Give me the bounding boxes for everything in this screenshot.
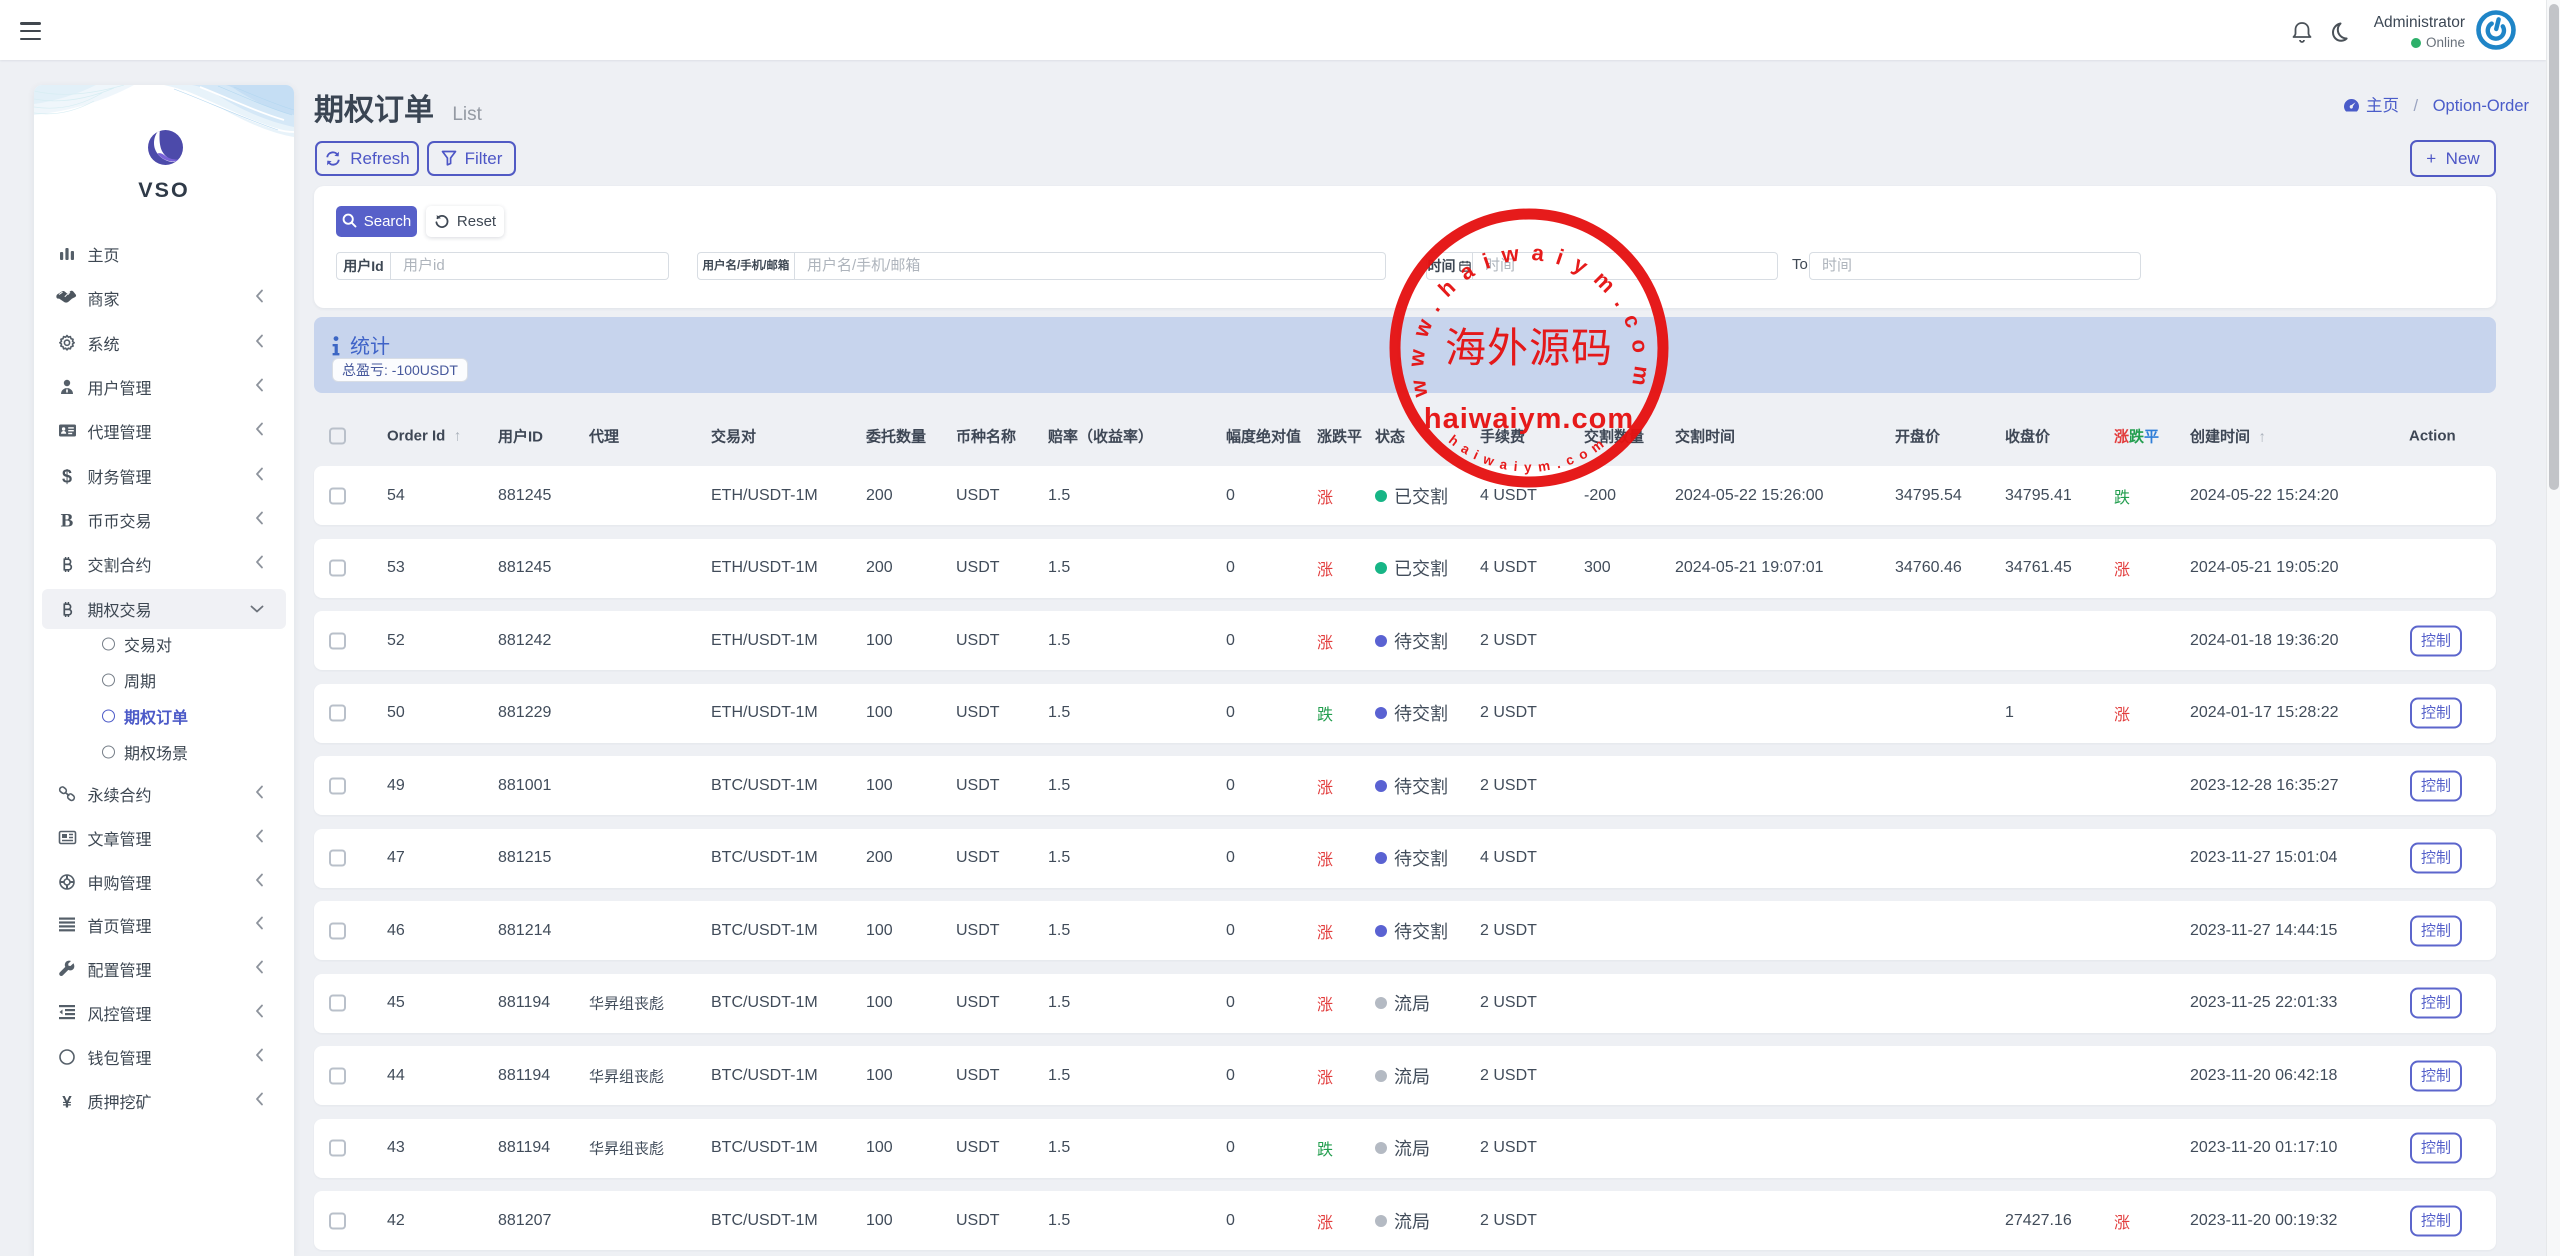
svg-text:www.haiwaiym.com: www.haiwaiym.com	[1403, 239, 1655, 399]
svg-text:海外源码: 海外源码	[1445, 325, 1613, 371]
svg-text:haiwaiym.com: haiwaiym.com	[1424, 403, 1634, 435]
